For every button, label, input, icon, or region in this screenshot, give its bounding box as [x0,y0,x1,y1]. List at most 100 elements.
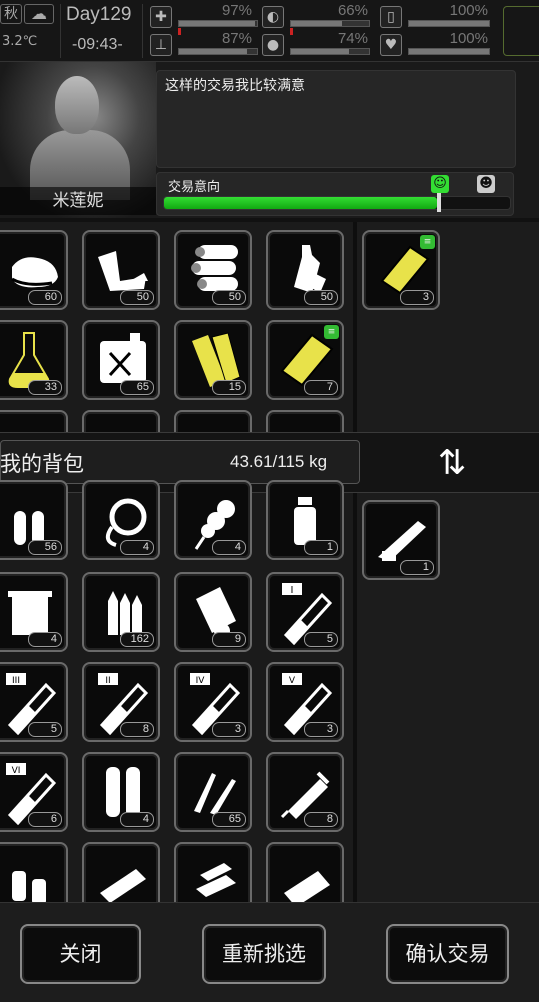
offered-item-board[interactable]: ≡ 3 [362,230,440,310]
separator [60,4,61,58]
heart-icon: ♥ [380,34,402,56]
item-cartridges[interactable]: 65 [174,752,252,832]
item-count: 4 [212,540,246,555]
leg-icon: ⊥ [150,34,172,56]
item-serum-4[interactable]: IV 3 [174,662,252,742]
item-count: 15 [212,380,246,395]
mood-value: 100% [449,30,488,47]
svg-text:I: I [291,585,294,596]
item-fuel-can[interactable]: 65 [82,320,160,400]
hunger-value: 66% [337,2,368,19]
trade-intent-label: 交易意向 [168,180,221,195]
health-bar [178,20,258,27]
trader-name: 米莲妮 [0,187,156,215]
list-icon: ≡ [324,325,339,339]
thirst-bar [290,48,370,55]
item-count: 1 [304,540,338,555]
item-count: 33 [28,380,62,395]
medkit-icon: ✚ [150,6,172,28]
item-count: 8 [304,812,338,827]
item-water-bottle[interactable]: 1 [266,480,344,560]
svg-text:VI: VI [12,766,21,776]
trader-dialog: 这样的交易我比较满意 [156,70,516,168]
trade-intent-bar [163,196,511,210]
clock: -09:43- [72,36,123,53]
mood-bar [408,48,490,55]
item-planks[interactable]: 15 [174,320,252,400]
list-icon: ≡ [420,235,435,249]
item-serum-2[interactable]: II 8 [82,662,160,742]
item-count: 6 [28,812,62,827]
item-scroll[interactable]: 9 [174,572,252,652]
cloud-icon: ☁ [24,4,54,24]
item-count: 4 [28,632,62,647]
thirst-value: 74% [337,30,368,47]
item-board[interactable]: ≡ 7 [266,320,344,400]
happy-face-icon: ☺ [431,175,449,193]
item-syringe[interactable]: 8 [266,752,344,832]
laughing-face-icon: ☻ [477,175,495,193]
item-count: 3 [304,722,338,737]
item-bandage[interactable]: 50 [82,230,160,310]
item-count: 5 [28,722,62,737]
item-bullets[interactable]: 56 [0,480,68,560]
item-count: 1 [400,560,434,575]
item-count: 9 [212,632,246,647]
item-logs[interactable]: 50 [174,230,252,310]
health-value: 97% [221,2,252,19]
item-serum-6[interactable]: VI 6 [0,752,68,832]
stamina-value: 87% [221,30,252,47]
item-count: 4 [120,540,154,555]
item-count: 3 [212,722,246,737]
confirm-trade-button[interactable]: 确认交易 [386,924,509,984]
battery-icon: ▯ [380,6,402,28]
hunger-bar [290,20,370,27]
item-serum-3[interactable]: III 5 [0,662,68,742]
season-indicator: 秋 [0,4,22,24]
temperature: 3.2℃ [2,34,38,49]
item-count: 65 [120,380,154,395]
energy-value: 100% [449,2,488,19]
item-count: 162 [120,632,154,647]
item-count: 65 [212,812,246,827]
svg-text:IV: IV [196,676,206,686]
item-count: 56 [28,540,62,555]
item-kebab[interactable]: 4 [174,480,252,560]
item-count: 50 [212,290,246,305]
item-count: 3 [400,290,434,305]
item-rope[interactable]: 4 [82,480,160,560]
food-icon: ◐ [262,6,284,28]
trade-intent-fill [164,197,438,209]
item-rifle-ammo[interactable]: 162 [82,572,160,652]
offered-item-gun[interactable]: 1 [362,500,440,580]
intent-marker [437,192,441,212]
reselect-button[interactable]: 重新挑选 [202,924,326,984]
item-count: 50 [304,290,338,305]
backpack-weight: 43.61/115 kg [230,452,328,471]
item-serum-5[interactable]: V 3 [266,662,344,742]
day-counter: Day129 [66,4,132,25]
item-count: 8 [120,722,154,737]
item-flask[interactable]: 33 [0,320,68,400]
backpack-title: 我的背包 [0,452,84,476]
portrait-head [55,76,99,134]
water-drop-icon: ● [262,34,284,56]
close-button[interactable]: 关闭 [20,924,141,984]
item-towel[interactable]: 4 [0,572,68,652]
item-count: 7 [304,380,338,395]
stamina-bar [178,48,258,55]
separator [142,4,143,58]
svg-text:III: III [12,676,20,686]
item-count: 4 [120,812,154,827]
item-cloth[interactable]: 60 [0,230,68,310]
item-serum-1[interactable]: I 5 [266,572,344,652]
menu-button[interactable] [503,6,539,56]
item-count: 60 [28,290,62,305]
item-count: 5 [304,632,338,647]
swap-icon[interactable]: ⇅ [430,440,474,486]
warning-mark [290,28,293,35]
item-plastic-bottles[interactable]: 50 [266,230,344,310]
warning-mark [178,28,181,35]
item-count: 50 [120,290,154,305]
item-shells[interactable]: 4 [82,752,160,832]
